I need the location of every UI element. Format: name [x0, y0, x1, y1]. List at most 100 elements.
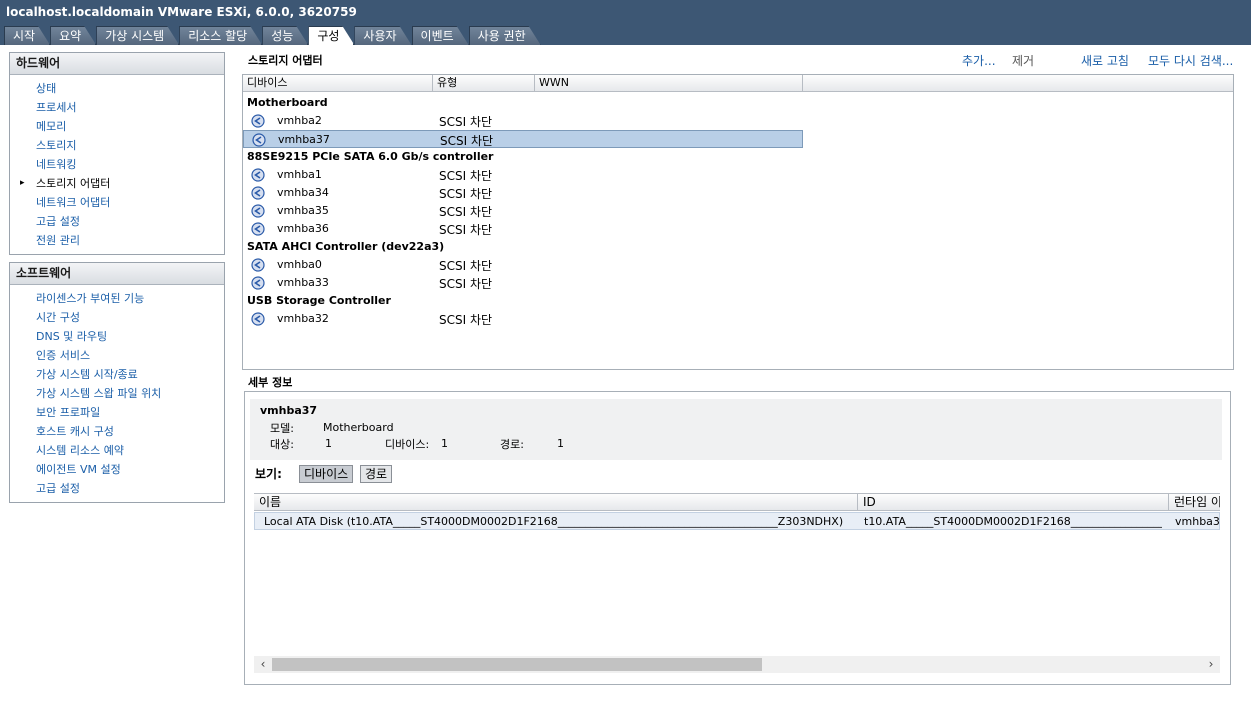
model-label: 모델:: [270, 422, 294, 435]
hardware-panel: 하드웨어 상태 프로세서 메모리 스토리지 네트워킹 스토리지 어댑터 네트워크…: [9, 52, 225, 255]
software-item-resource-reservation[interactable]: 시스템 리소스 예약: [10, 441, 224, 460]
tab-performance[interactable]: 성능: [262, 26, 308, 45]
hardware-item-networking[interactable]: 네트워킹: [10, 155, 224, 174]
remove-adapter-link: 제거: [1012, 54, 1035, 68]
adapter-row[interactable]: vmhba36 SCSI 차단: [243, 220, 803, 238]
group-usb-storage: USB Storage Controller: [247, 294, 391, 307]
tab-users[interactable]: 사용자: [354, 26, 411, 45]
title-bar: localhost.localdomain VMware ESXi, 6.0.0…: [0, 0, 1251, 45]
horizontal-scrollbar[interactable]: ‹ ›: [254, 656, 1220, 673]
adapter-type: SCSI 차단: [439, 223, 493, 237]
tab-getting-started[interactable]: 시작: [4, 26, 50, 45]
device-id-cell: t10.ATA_____ST4000DM0002D1F2168_________…: [864, 515, 1162, 528]
adapter-name: vmhba35: [277, 204, 329, 217]
adapter-row[interactable]: vmhba32 SCSI 차단: [243, 310, 803, 328]
software-item-time-configuration[interactable]: 시간 구성: [10, 308, 224, 327]
adapter-row[interactable]: vmhba0 SCSI 차단: [243, 256, 803, 274]
software-panel-title: 소프트웨어: [10, 263, 224, 285]
column-wwn[interactable]: WWN: [535, 75, 803, 92]
column-type[interactable]: 유형: [433, 75, 535, 92]
adapter-row[interactable]: vmhba34 SCSI 차단: [243, 184, 803, 202]
adapter-info: vmhba37 모델: Motherboard 대상: 1 디바이스: 1 경로…: [250, 399, 1222, 460]
hba-icon: [251, 186, 265, 200]
adapter-name: vmhba34: [277, 186, 329, 199]
adapter-row[interactable]: vmhba35 SCSI 차단: [243, 202, 803, 220]
hardware-item-advanced-settings[interactable]: 고급 설정: [10, 212, 224, 231]
hba-icon: [251, 312, 265, 326]
software-item-authentication[interactable]: 인증 서비스: [10, 346, 224, 365]
software-item-agent-vm[interactable]: 에이전트 VM 설정: [10, 460, 224, 479]
adapter-type: SCSI 차단: [439, 187, 493, 201]
hba-icon: [251, 204, 265, 218]
hardware-item-processors[interactable]: 프로세서: [10, 98, 224, 117]
paths-value: 1: [557, 437, 564, 450]
targets-label: 대상:: [270, 438, 294, 451]
scroll-left-icon[interactable]: ‹: [256, 657, 270, 672]
adapter-row[interactable]: vmhba33 SCSI 차단: [243, 274, 803, 292]
adapter-row[interactable]: vmhba1 SCSI 차단: [243, 166, 803, 184]
rescan-all-link[interactable]: 모두 다시 검색...: [1148, 52, 1233, 69]
device-row[interactable]: Local ATA Disk (t10.ATA_____ST4000DM0002…: [254, 512, 1220, 530]
window-title: localhost.localdomain VMware ESXi, 6.0.0…: [6, 5, 357, 19]
hardware-item-network-adapters[interactable]: 네트워크 어댑터: [10, 193, 224, 212]
software-item-host-cache[interactable]: 호스트 캐시 구성: [10, 422, 224, 441]
software-list: 라이센스가 부여된 기능 시간 구성 DNS 및 라우팅 인증 서비스 가상 시…: [10, 285, 224, 502]
model-value: Motherboard: [323, 421, 394, 434]
device-name-cell: Local ATA Disk (t10.ATA_____ST4000DM0002…: [264, 515, 844, 528]
adapter-type: SCSI 차단: [439, 259, 493, 273]
add-adapter-link[interactable]: 추가...: [962, 52, 996, 69]
column-id[interactable]: ID: [858, 493, 1169, 511]
details-title: 세부 정보: [248, 376, 293, 389]
hba-icon: [252, 133, 266, 147]
group-sata-ahci: SATA AHCI Controller (dev22a3): [247, 240, 445, 253]
hardware-panel-title: 하드웨어: [10, 53, 224, 75]
details-panel: vmhba37 모델: Motherboard 대상: 1 디바이스: 1 경로…: [244, 391, 1231, 685]
software-item-dns-routing[interactable]: DNS 및 라우팅: [10, 327, 224, 346]
adapter-type: SCSI 차단: [439, 115, 493, 129]
adapter-row-selected[interactable]: vmhba37 SCSI 차단: [243, 130, 803, 148]
group-motherboard: Motherboard: [247, 96, 328, 109]
tab-virtual-machines[interactable]: 가상 시스템: [96, 26, 179, 45]
adapter-type: SCSI 차단: [439, 205, 493, 219]
view-devices-button[interactable]: 디바이스: [299, 465, 354, 483]
adapter-name: vmhba1: [277, 168, 322, 181]
adapter-name: vmhba2: [277, 114, 322, 127]
software-item-security-profile[interactable]: 보안 프로파일: [10, 403, 224, 422]
adapter-name: vmhba0: [277, 258, 322, 271]
paths-label: 경로:: [500, 438, 524, 451]
software-item-licensed-features[interactable]: 라이센스가 부여된 기능: [10, 289, 224, 308]
software-item-swapfile-location[interactable]: 가상 시스템 스왑 파일 위치: [10, 384, 224, 403]
hardware-item-storage[interactable]: 스토리지: [10, 136, 224, 155]
adapter-name: vmhba36: [277, 222, 329, 235]
software-item-advanced-settings[interactable]: 고급 설정: [10, 479, 224, 498]
adapter-type: SCSI 차단: [439, 313, 493, 327]
column-device[interactable]: 디바이스: [243, 75, 433, 92]
hardware-item-memory[interactable]: 메모리: [10, 117, 224, 136]
tab-permissions[interactable]: 사용 권한: [469, 26, 541, 45]
adapter-row[interactable]: vmhba2 SCSI 차단: [243, 112, 803, 130]
hba-icon: [251, 114, 265, 128]
hardware-item-status[interactable]: 상태: [10, 79, 224, 98]
storage-adapters-title: 스토리지 어댑터: [248, 54, 323, 67]
hba-icon: [251, 222, 265, 236]
view-paths-button[interactable]: 경로: [360, 465, 393, 483]
tab-configuration[interactable]: 구성: [308, 26, 354, 45]
scrollbar-thumb[interactable]: [272, 658, 762, 671]
column-name[interactable]: 이름: [254, 493, 858, 511]
hardware-item-storage-adapters[interactable]: 스토리지 어댑터: [10, 174, 224, 193]
hba-icon: [251, 168, 265, 182]
refresh-link[interactable]: 새로 고침: [1081, 52, 1129, 69]
targets-value: 1: [325, 437, 332, 450]
adapter-type: SCSI 차단: [439, 169, 493, 183]
scroll-right-icon[interactable]: ›: [1204, 657, 1218, 672]
tab-events[interactable]: 이벤트: [412, 26, 469, 45]
hardware-item-power-management[interactable]: 전원 관리: [10, 231, 224, 250]
hba-icon: [251, 258, 265, 272]
software-item-vm-startup[interactable]: 가상 시스템 시작/종료: [10, 365, 224, 384]
column-runtime-name[interactable]: 런타임 이름: [1169, 493, 1220, 511]
column-empty: [803, 75, 1233, 92]
tab-strip: 시작 요약 가상 시스템 리소스 할당 성능 구성 사용자 이벤트 사용 권한: [4, 26, 541, 45]
tab-resource-allocation[interactable]: 리소스 할당: [179, 26, 262, 45]
software-panel: 소프트웨어 라이센스가 부여된 기능 시간 구성 DNS 및 라우팅 인증 서비…: [9, 262, 225, 503]
tab-summary[interactable]: 요약: [50, 26, 96, 45]
